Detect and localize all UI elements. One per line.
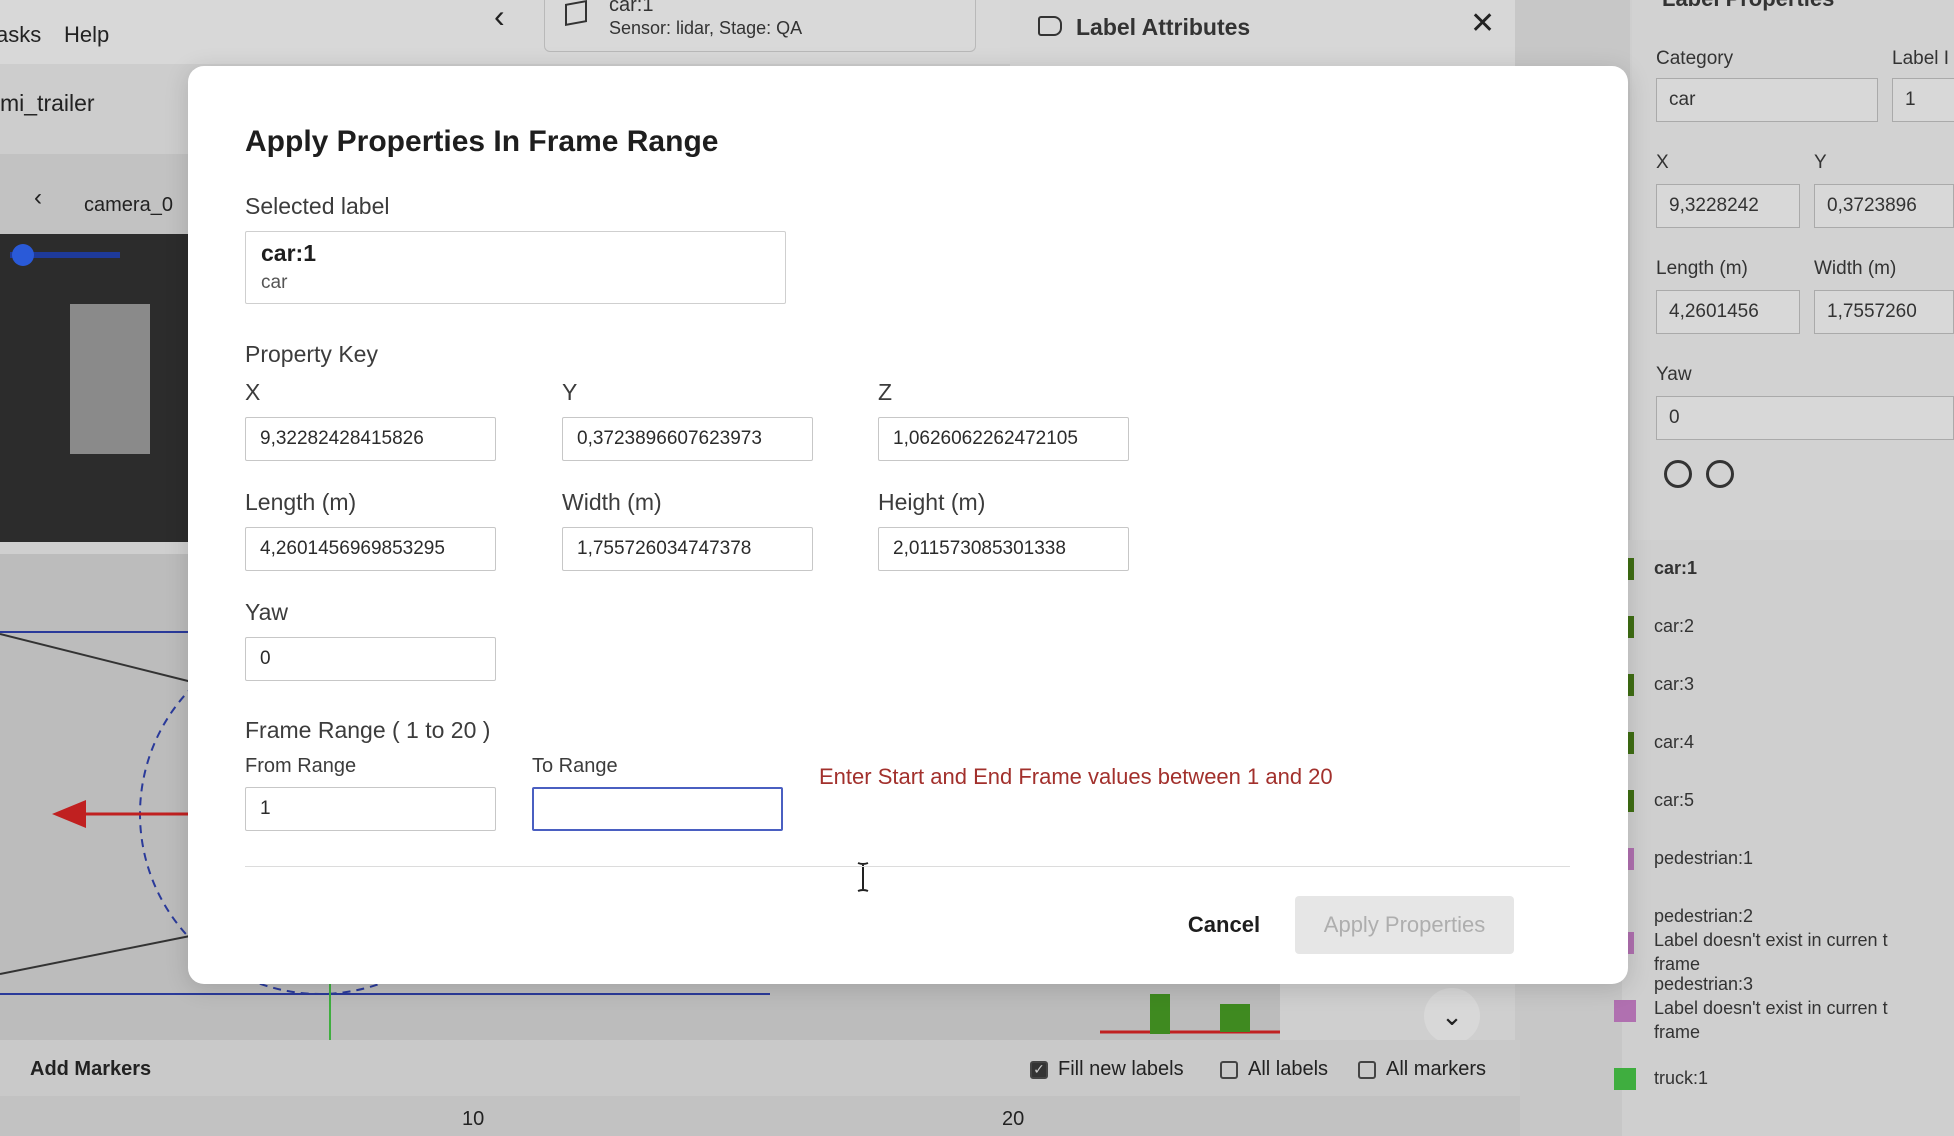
height-label: Height (m) — [878, 489, 986, 515]
apply-properties-dialog: Apply Properties In Frame Range Selected… — [188, 66, 1628, 984]
length-input[interactable] — [245, 527, 496, 571]
y-label: Y — [562, 379, 578, 405]
dialog-divider — [245, 866, 1570, 867]
x-input[interactable] — [245, 417, 496, 461]
yaw-input[interactable] — [245, 637, 496, 681]
selected-label-id: car:1 — [261, 240, 316, 266]
width-label: Width (m) — [562, 489, 662, 515]
frame-range-heading: Frame Range ( 1 to 20 ) — [245, 717, 491, 743]
to-range-input[interactable] — [532, 787, 783, 831]
length-label: Length (m) — [245, 489, 357, 515]
from-range-label: From Range — [245, 755, 357, 777]
selected-label-box: car:1 car — [245, 231, 786, 304]
apply-properties-button[interactable]: Apply Properties — [1295, 896, 1514, 954]
y-input[interactable] — [562, 417, 813, 461]
cancel-button[interactable]: Cancel — [1154, 896, 1294, 954]
selected-label-category: car — [261, 272, 288, 293]
z-label: Z — [878, 379, 893, 405]
selected-label-heading: Selected label — [245, 193, 390, 219]
width-input[interactable] — [562, 527, 813, 571]
z-input[interactable] — [878, 417, 1129, 461]
height-input[interactable] — [878, 527, 1129, 571]
range-error-message: Enter Start and End Frame values between… — [819, 764, 1333, 789]
from-range-input[interactable] — [245, 787, 496, 831]
yaw-label: Yaw — [245, 599, 289, 625]
x-label: X — [245, 379, 261, 405]
to-range-label: To Range — [532, 755, 618, 777]
dialog-title: Apply Properties In Frame Range — [245, 125, 719, 158]
property-key-heading: Property Key — [245, 341, 378, 367]
